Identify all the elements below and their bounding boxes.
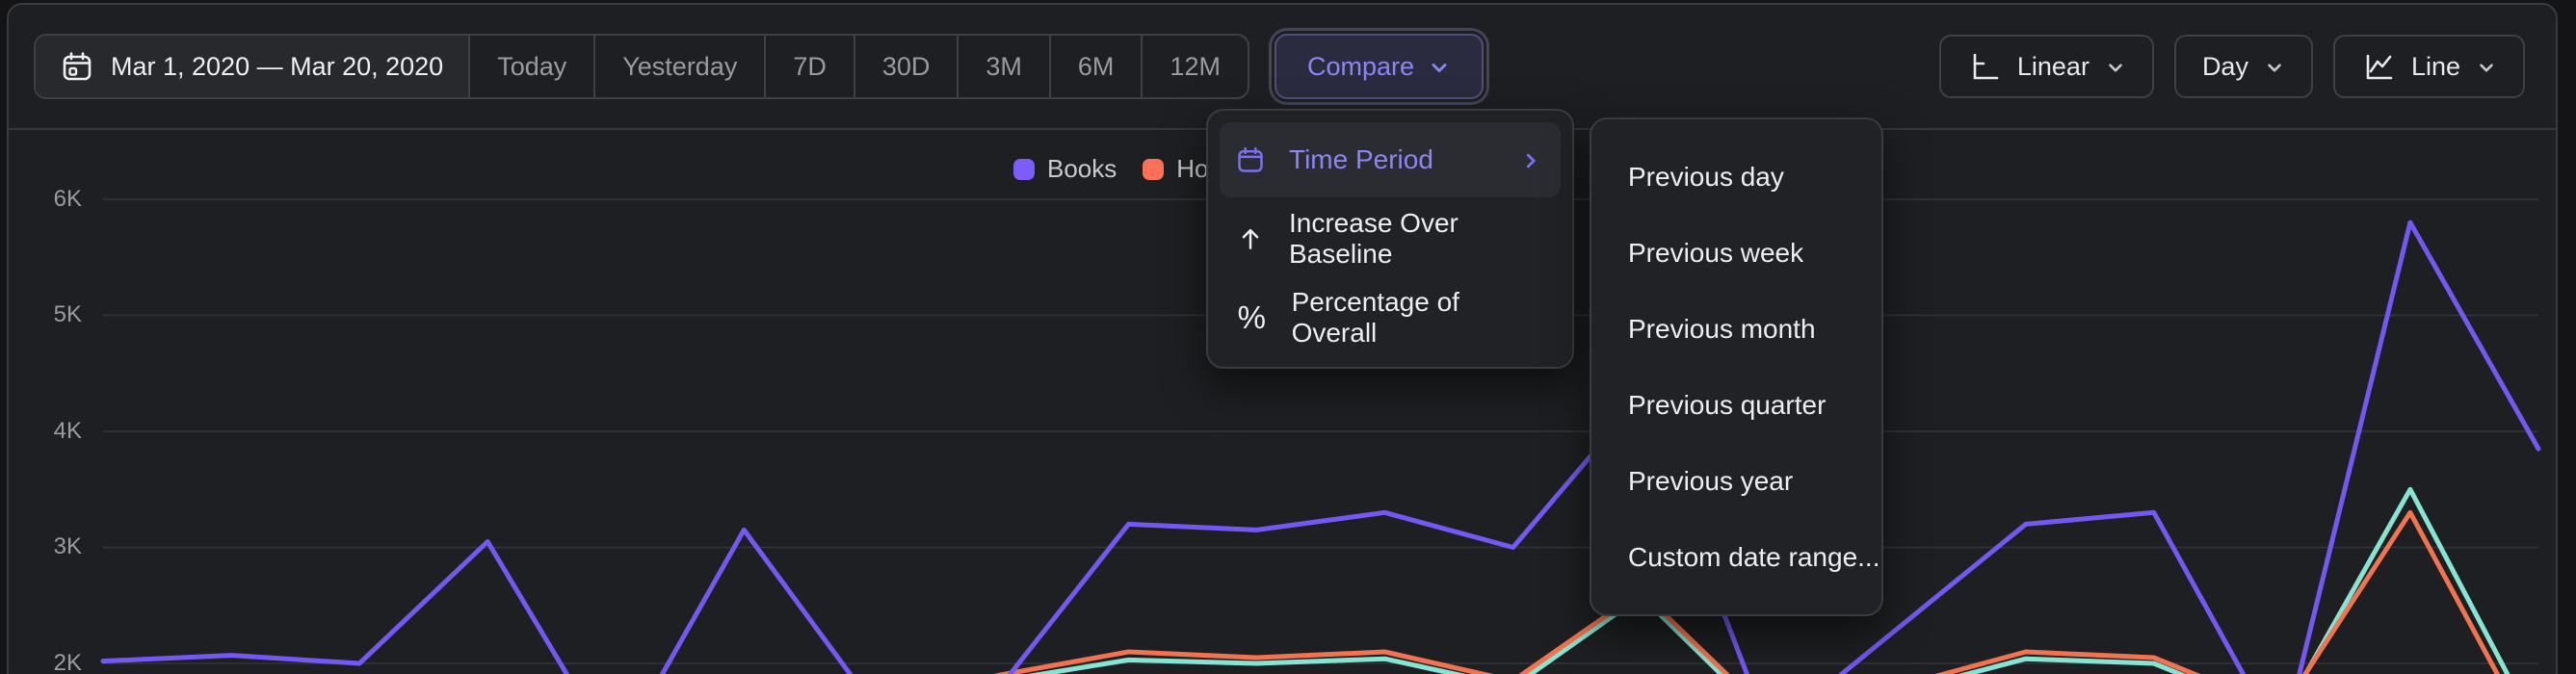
menu-item-time-period[interactable]: Time Period (1220, 122, 1561, 197)
date-range-button[interactable]: Mar 1, 2020 — Mar 20, 2020 (36, 36, 468, 97)
chevron-down-icon (2476, 57, 2497, 78)
scale-select[interactable]: Linear (1939, 35, 2154, 98)
compare-label: Compare (1307, 52, 1414, 82)
submenu-item-previous-week[interactable]: Previous week (1591, 215, 1881, 291)
y-axis-tick: 6K (9, 186, 82, 213)
submenu-item-previous-day[interactable]: Previous day (1591, 139, 1881, 215)
chevron-down-icon (2105, 57, 2126, 78)
axis-icon (1967, 49, 2002, 84)
date-range-label: Mar 1, 2020 — Mar 20, 2020 (111, 52, 443, 82)
series-line-unnamed (103, 489, 2538, 674)
date-range-group: Mar 1, 2020 — Mar 20, 2020 Today Yesterd… (34, 34, 1249, 99)
quick-range-today[interactable]: Today (468, 36, 593, 97)
quick-range-30d[interactable]: 30D (854, 36, 958, 97)
y-axis-tick: 5K (9, 301, 82, 328)
legend-label: Ho (1176, 154, 1208, 184)
menu-item-label: Time Period (1289, 144, 1433, 175)
arrow-up-icon (1236, 224, 1265, 253)
analytics-dashboard: Mar 1, 2020 — Mar 20, 2020 Today Yesterd… (0, 0, 2576, 674)
calendar-icon (61, 50, 93, 83)
scale-label: Linear (2017, 52, 2090, 82)
calendar-icon (1236, 145, 1265, 174)
y-axis-tick: 2K (9, 650, 82, 674)
quick-range-7d[interactable]: 7D (764, 36, 854, 97)
menu-item-label: Increase Over Baseline (1289, 208, 1541, 270)
chevron-down-icon (1428, 56, 1451, 79)
granularity-select[interactable]: Day (2174, 35, 2313, 98)
submenu-item-previous-year[interactable]: Previous year (1591, 443, 1881, 519)
legend-item-books[interactable]: Books (1013, 154, 1117, 184)
chevron-down-icon (2264, 57, 2285, 78)
compare-menu: Time Period Increase Over Baseline % Per… (1206, 109, 1574, 369)
time-period-submenu: Previous day Previous week Previous mont… (1590, 117, 1883, 616)
submenu-item-previous-quarter[interactable]: Previous quarter (1591, 367, 1881, 443)
legend-swatch (1013, 159, 1035, 180)
legend-item-truncated[interactable]: Ho (1143, 154, 1208, 184)
chart-type-label: Line (2411, 52, 2460, 82)
line-chart-icon (2361, 49, 2396, 84)
granularity-label: Day (2202, 52, 2248, 82)
quick-range-yesterday[interactable]: Yesterday (593, 36, 764, 97)
submenu-item-previous-month[interactable]: Previous month (1591, 291, 1881, 367)
chart-legend: Books Ho (1013, 154, 1209, 184)
legend-label: Books (1047, 154, 1117, 184)
y-axis-tick: 3K (9, 533, 82, 560)
percent-icon: % (1236, 299, 1268, 336)
compare-button[interactable]: Compare (1275, 34, 1484, 99)
quick-range-3m[interactable]: 3M (957, 36, 1049, 97)
menu-item-increase-over-baseline[interactable]: Increase Over Baseline (1220, 201, 1561, 276)
legend-swatch (1143, 159, 1164, 180)
quick-range-6m[interactable]: 6M (1049, 36, 1142, 97)
quick-range-12m[interactable]: 12M (1141, 36, 1248, 97)
chart-type-select[interactable]: Line (2333, 35, 2525, 98)
submenu-item-custom-date-range[interactable]: Custom date range... (1591, 519, 1881, 595)
menu-item-percentage-of-overall[interactable]: % Percentage of Overall (1220, 280, 1561, 355)
chart-card: Mar 1, 2020 — Mar 20, 2020 Today Yesterd… (7, 3, 2558, 674)
menu-item-label: Percentage of Overall (1292, 287, 1541, 349)
series-line-Ho (103, 512, 2538, 674)
chevron-right-icon (1520, 150, 1541, 171)
y-axis-tick: 4K (9, 418, 82, 445)
